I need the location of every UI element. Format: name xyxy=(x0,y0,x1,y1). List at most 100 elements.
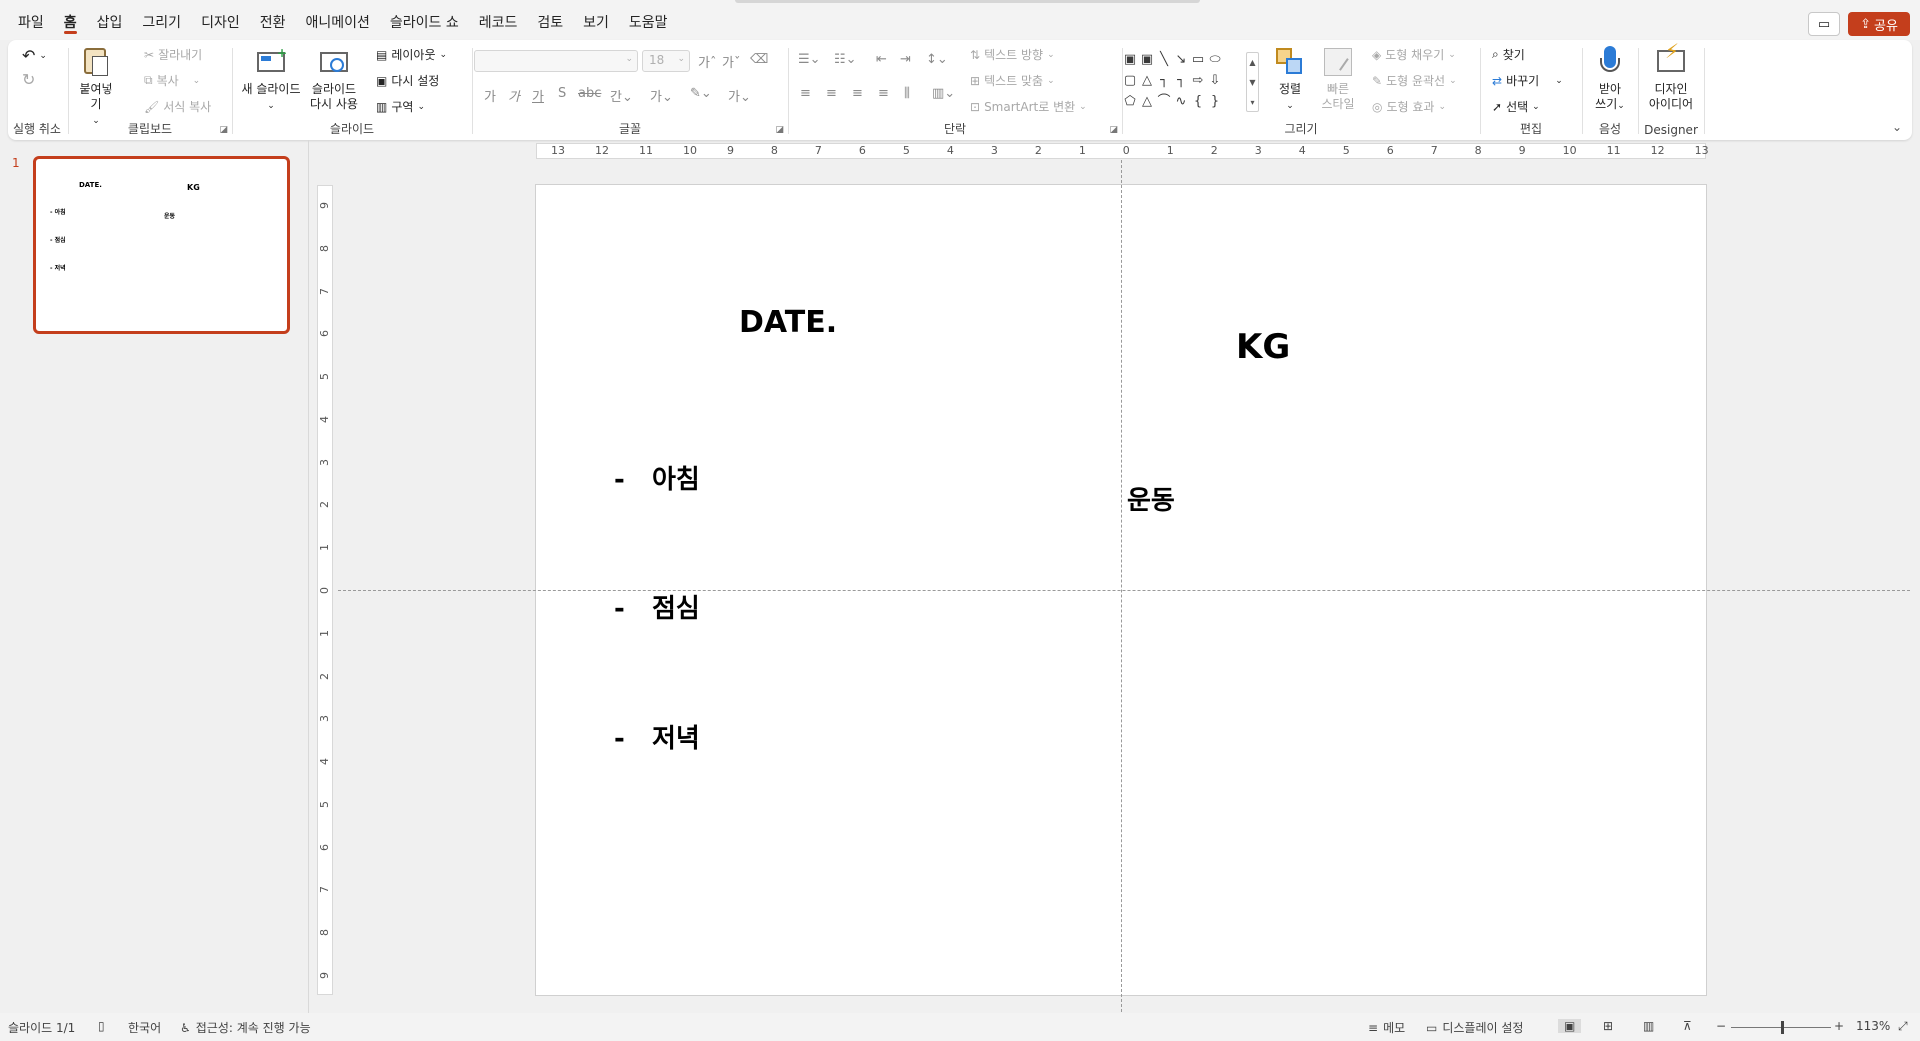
highlight-icon[interactable]: ✎⌄ xyxy=(690,86,712,101)
reading-view-button[interactable]: ▥ xyxy=(1643,1019,1654,1033)
collapse-ribbon-icon[interactable]: ⌄ xyxy=(1892,120,1902,134)
font-family-combo[interactable]: ⌄ xyxy=(474,50,638,72)
tab-0[interactable]: 파일 xyxy=(8,0,54,40)
copy-button[interactable]: ⧉ 복사 ⌄ xyxy=(144,72,200,89)
decrease-font-icon[interactable]: 가ˇ xyxy=(722,52,740,71)
layout-button[interactable]: ▤ 레이아웃 ⌄ xyxy=(376,46,447,63)
section-button[interactable]: ▥ 구역 ⌄ xyxy=(376,98,425,115)
slide-date-text[interactable]: DATE. xyxy=(739,305,837,340)
slide-dinner-item[interactable]: - 저녁 xyxy=(614,718,700,755)
italic-icon[interactable]: 가 xyxy=(508,86,520,105)
elbow-arrow-icon[interactable]: ┐ xyxy=(1173,71,1189,91)
shapes-gallery[interactable]: ▣ ▣ ╲ ↘ ▭ ⬭ ▢ △ ┐ ┐ ⇨ ⇩ ⬠ △ ⌒ ∿ { } xyxy=(1122,50,1246,114)
align-right-icon[interactable]: ≡ xyxy=(852,86,863,101)
new-slide-button[interactable]: + 새 슬라이드 ⌄ xyxy=(238,46,304,114)
align-left-icon[interactable]: ≡ xyxy=(800,86,811,101)
star-shape-icon[interactable]: △ xyxy=(1139,92,1155,112)
left-brace-shape-icon[interactable]: { xyxy=(1190,92,1206,112)
select-button[interactable]: ➚ 선택 ⌄ xyxy=(1492,98,1540,115)
slideshow-button[interactable]: ⊼ xyxy=(1683,1019,1692,1033)
textbox-shape-icon[interactable]: ▣ xyxy=(1122,50,1138,70)
curve-shape-icon[interactable]: ⌒ xyxy=(1156,92,1172,112)
slide-exercise-text[interactable]: 운동 xyxy=(1127,480,1175,517)
dialog-launcher-icon[interactable]: ◪ xyxy=(775,125,784,135)
display-settings-button[interactable]: ▭ 디스플레이 설정 xyxy=(1426,1019,1523,1036)
dialog-launcher-icon[interactable]: ◪ xyxy=(1109,125,1118,135)
clear-format-icon[interactable]: ⌫ xyxy=(750,52,768,67)
language-indicator[interactable]: 한국어 xyxy=(128,1019,161,1036)
rounded-rect-shape-icon[interactable]: ▢ xyxy=(1122,71,1138,91)
right-brace-shape-icon[interactable]: } xyxy=(1207,92,1223,112)
normal-view-button[interactable]: ▣ xyxy=(1558,1019,1582,1033)
shape-effects-button[interactable]: ◎ 도형 효과 ⌄ xyxy=(1372,98,1446,115)
accessibility-indicator[interactable]: ♿ 접근성: 계속 진행 가능 xyxy=(180,1019,311,1036)
rectangle-shape-icon[interactable]: ▭ xyxy=(1190,50,1206,70)
shadow-icon[interactable]: S xyxy=(558,86,566,101)
shapes-gallery-scroll[interactable]: ▲ ▼ ▾ xyxy=(1246,52,1259,112)
tab-11[interactable]: 도움말 xyxy=(619,0,678,40)
format-painter-button[interactable]: 🖌 서식 복사 xyxy=(144,98,211,115)
vertical-guide[interactable] xyxy=(1121,160,1122,1012)
shape-fill-button[interactable]: ◈ 도형 채우기 ⌄ xyxy=(1372,46,1456,63)
design-ideas-button[interactable]: ⚡ 디자인 아이디어 xyxy=(1642,41,1700,112)
fit-to-window-button[interactable]: ⤢ xyxy=(1898,1019,1908,1034)
find-button[interactable]: ⌕ 찾기 xyxy=(1492,46,1525,63)
reuse-slides-button[interactable]: 슬라이드 다시 사용 xyxy=(306,46,362,112)
zoom-in-button[interactable]: + xyxy=(1834,1019,1844,1033)
tab-10[interactable]: 보기 xyxy=(573,0,619,40)
star-shape-icon[interactable]: ⬠ xyxy=(1122,92,1138,112)
slide-count[interactable]: 슬라이드 1/1 xyxy=(8,1019,75,1036)
tab-2[interactable]: 삽입 xyxy=(87,0,133,40)
justify-icon[interactable]: ≡ xyxy=(878,86,889,101)
align-text-button[interactable]: ⊞ 텍스트 맞춤 ⌄ xyxy=(970,72,1055,89)
tab-3[interactable]: 그리기 xyxy=(132,0,191,40)
horizontal-ruler[interactable]: 13 12 11 10 9 8 7 6 5 4 3 2 1 0 1 2 3 4 5 6 7 8 9 10 11 12 13 xyxy=(536,143,1709,159)
paste-button[interactable]: 붙여넣기 ⌄ xyxy=(74,46,118,129)
char-spacing-icon[interactable]: 간⌄ xyxy=(610,86,633,105)
numbering-icon[interactable]: ☷⌄ xyxy=(834,52,857,67)
arrange-button[interactable]: 정렬 ⌄ xyxy=(1270,46,1310,114)
tab-4[interactable]: 디자인 xyxy=(191,0,250,40)
distributed-icon[interactable]: ⫼ xyxy=(904,86,910,101)
zoom-level[interactable]: 113% xyxy=(1856,1019,1890,1033)
right-arrow-shape-icon[interactable]: ⇨ xyxy=(1190,71,1206,91)
horizontal-guide[interactable] xyxy=(338,590,1910,591)
underline-icon[interactable]: 가 xyxy=(532,86,544,105)
notes-button[interactable]: ≡ 메모 xyxy=(1368,1019,1405,1036)
freeform-shape-icon[interactable]: ∿ xyxy=(1173,92,1189,112)
dialog-launcher-icon[interactable]: ◪ xyxy=(219,125,228,135)
zoom-slider-thumb[interactable] xyxy=(1781,1021,1784,1034)
quick-styles-button[interactable]: 빠른 스타일 xyxy=(1314,46,1362,112)
triangle-shape-icon[interactable]: △ xyxy=(1139,71,1155,91)
slide-sorter-button[interactable]: ⊞ xyxy=(1603,1019,1613,1033)
strikethrough-icon[interactable]: abc xyxy=(578,86,601,101)
bullets-icon[interactable]: ☰⌄ xyxy=(798,52,821,67)
text-direction-button[interactable]: ⇅ 텍스트 방향 ⌄ xyxy=(970,46,1055,63)
tab-8[interactable]: 레코드 xyxy=(469,0,528,40)
vertical-ruler[interactable]: 9 8 7 6 5 4 3 2 1 0 1 2 3 4 5 6 7 8 9 xyxy=(317,185,333,995)
line-shape-icon[interactable]: ╲ xyxy=(1156,50,1172,70)
increase-indent-icon[interactable]: ⇥ xyxy=(900,52,911,67)
slide-lunch-item[interactable]: - 점심 xyxy=(614,588,700,625)
redo-button[interactable]: ↻ xyxy=(22,70,35,89)
oval-shape-icon[interactable]: ⬭ xyxy=(1207,50,1223,70)
down-arrow-shape-icon[interactable]: ⇩ xyxy=(1207,71,1223,91)
title-drag-handle[interactable] xyxy=(735,0,1200,3)
font-color-icon[interactable]: 가⌄ xyxy=(728,86,751,105)
columns-icon[interactable]: ▥⌄ xyxy=(932,86,955,101)
slide-morning-item[interactable]: - 아침 xyxy=(614,459,700,496)
decrease-indent-icon[interactable]: ⇤ xyxy=(876,52,887,67)
replace-button[interactable]: ⇄ 바꾸기 ⌄ xyxy=(1492,72,1563,89)
tab-7[interactable]: 슬라이드 쇼 xyxy=(380,0,469,40)
reset-button[interactable]: ▣ 다시 설정 xyxy=(376,72,439,89)
change-case-icon[interactable]: 가⌄ xyxy=(650,86,673,105)
arrow-line-shape-icon[interactable]: ↘ xyxy=(1173,50,1189,70)
slide-kg-text[interactable]: KG xyxy=(1236,327,1290,367)
spell-check-icon[interactable]: ▯ xyxy=(98,1019,105,1033)
tab-6[interactable]: 애니메이션 xyxy=(295,0,379,40)
increase-font-icon[interactable]: 가ˆ xyxy=(698,52,716,71)
tab-5[interactable]: 전환 xyxy=(250,0,296,40)
cut-button[interactable]: ✂ 잘라내기 xyxy=(144,46,202,63)
slide-thumbnail[interactable]: DATE. KG 운동 - 아침 - 점심 - 저녁 xyxy=(33,156,290,334)
elbow-connector-icon[interactable]: ┐ xyxy=(1156,71,1172,91)
